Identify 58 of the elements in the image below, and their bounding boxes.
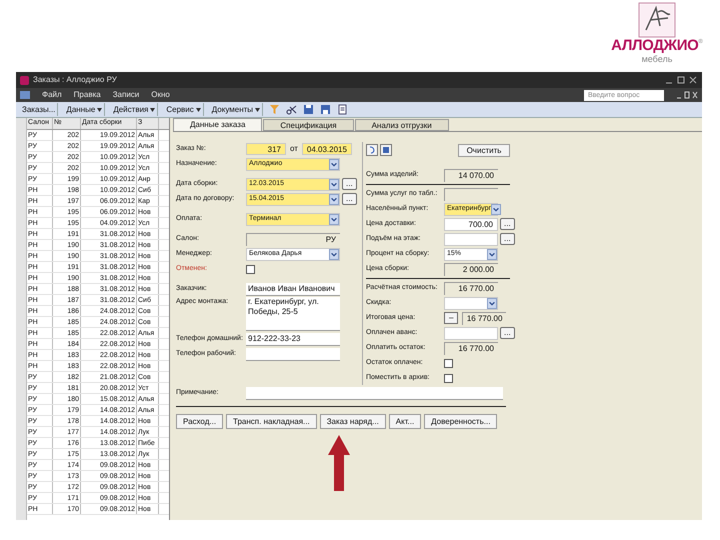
document-button[interactable]: Акт...: [388, 414, 422, 429]
readout-field: 16 770.00: [462, 312, 506, 324]
input-field[interactable]: 700.00: [444, 218, 498, 230]
more-button[interactable]: ...: [342, 193, 357, 205]
document-icon[interactable]: [337, 104, 348, 115]
order-number-field[interactable]: 317: [246, 143, 286, 155]
dropdown-field[interactable]: [444, 296, 498, 310]
checkbox[interactable]: [246, 264, 255, 274]
toolbar-menu-button[interactable]: Документы: [210, 103, 264, 116]
document-button[interactable]: Доверенность...: [424, 414, 498, 429]
input-field[interactable]: Иванов Иван Иванович: [246, 282, 340, 296]
from-label: от: [290, 143, 298, 155]
input-field[interactable]: [246, 348, 340, 360]
readout-field: 16 770.00: [444, 282, 498, 294]
text-area[interactable]: г. Екатеринбург, ул. Победы, 25-5: [246, 297, 340, 331]
menu-item[interactable]: Файл: [42, 89, 62, 101]
disk-icon[interactable]: [380, 144, 392, 156]
tab[interactable]: Данные заказа: [173, 118, 262, 131]
toolbar-menu-button[interactable]: Действия: [111, 103, 158, 116]
more-button[interactable]: ...: [500, 233, 515, 245]
tab[interactable]: Спецификация: [263, 119, 354, 131]
document-button[interactable]: Заказ наряд...: [320, 414, 386, 429]
menu-item[interactable]: Правка: [74, 89, 101, 101]
scissors-icon[interactable]: [286, 104, 298, 115]
toolbar-menu-button[interactable]: Сервис: [164, 103, 204, 116]
logo-mark-icon: [638, 2, 676, 38]
document-button[interactable]: Расход...: [176, 414, 224, 429]
readout-field: РУ: [246, 232, 340, 246]
document-button[interactable]: Трансп. накладная...: [226, 414, 317, 429]
input-field[interactable]: [444, 232, 498, 246]
logo-wordmark: АЛЛОДЖИО: [611, 38, 698, 54]
input-field[interactable]: [444, 326, 498, 340]
minus-button[interactable]: –: [444, 312, 458, 324]
readout-field: 14 070.00: [444, 168, 498, 182]
more-button[interactable]: ...: [500, 218, 515, 230]
order-date-field[interactable]: 04.03.2015: [302, 143, 352, 155]
toolbar-menu-button[interactable]: Заказы...: [20, 103, 58, 116]
tab[interactable]: Анализ отгрузки: [354, 119, 449, 131]
window-title: Заказы : Аллоджио РУ: [33, 74, 117, 86]
app-icon: [20, 76, 29, 84]
menu-item[interactable]: Окно: [151, 89, 170, 101]
toolbar-menu-button[interactable]: Данные: [64, 103, 106, 116]
logo-tagline: мебель: [642, 54, 672, 64]
readout-field: 16 770.00: [444, 342, 498, 354]
more-button[interactable]: ...: [342, 178, 357, 190]
undo-icon[interactable]: [366, 144, 378, 156]
readout-field: 2 000.00: [444, 262, 498, 276]
input-field[interactable]: 912-222-33-23: [246, 332, 340, 346]
clear-button[interactable]: Очистить: [458, 144, 510, 156]
arrow-icon: [328, 435, 350, 491]
menu-item[interactable]: Записи: [112, 89, 140, 101]
form-icon: [20, 91, 30, 99]
mdi-controls-icon[interactable]: [676, 91, 698, 99]
note-field[interactable]: [246, 387, 503, 400]
more-button[interactable]: ...: [500, 327, 515, 339]
window-controls-icon[interactable]: [664, 76, 698, 84]
checkbox[interactable]: [444, 358, 453, 368]
checkbox[interactable]: [444, 374, 453, 382]
